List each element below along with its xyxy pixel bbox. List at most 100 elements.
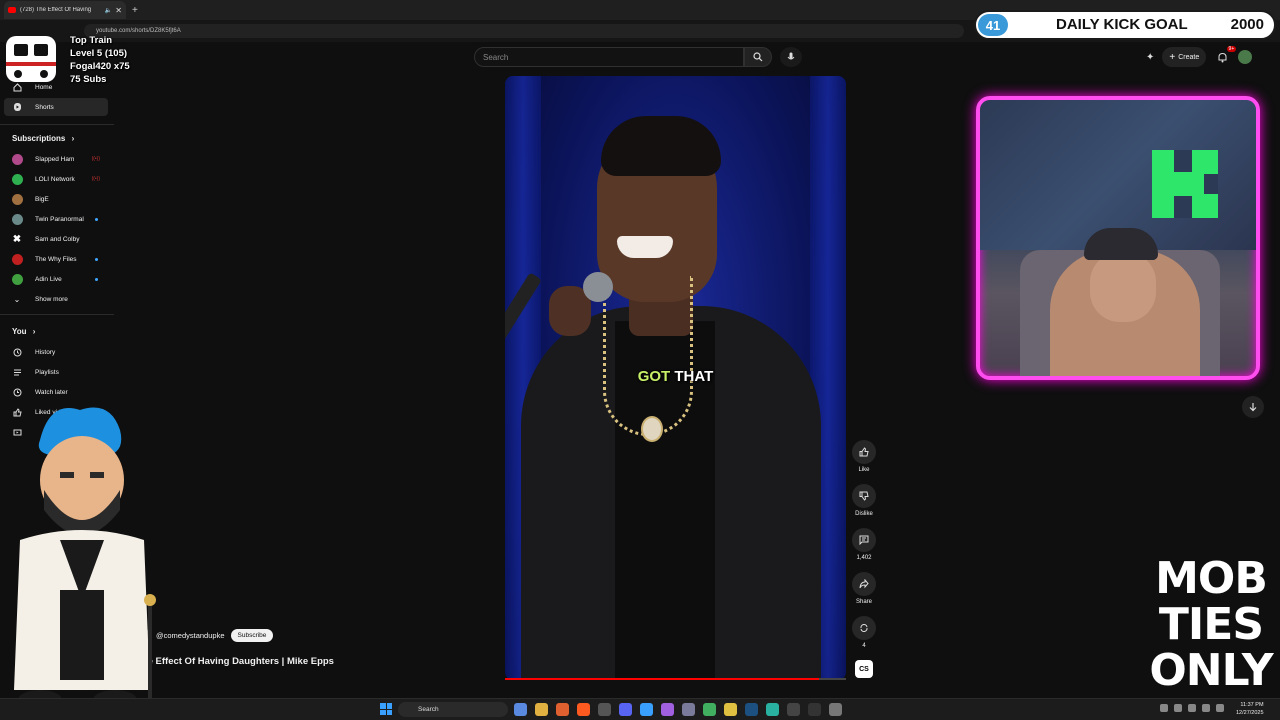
show-more-button[interactable]: ⌄ Show more — [0, 290, 110, 308]
discord-icon[interactable] — [619, 703, 632, 716]
youtube-header: Search ✦ + Create 9+ — [0, 42, 1280, 72]
sidebar-item-label: Sam and Colby — [35, 235, 80, 243]
subscribe-button[interactable]: Subscribe — [230, 628, 274, 642]
notifications-button[interactable]: 9+ — [1214, 46, 1237, 65]
app-icon[interactable] — [661, 703, 674, 716]
account-avatar[interactable] — [1238, 50, 1253, 64]
you-heading[interactable]: You › — [12, 327, 35, 336]
app-icon[interactable] — [787, 703, 800, 716]
mob-ties-only-overlay: MOB TIES ONLY — [1146, 556, 1276, 694]
webcam-frame — [976, 96, 1260, 380]
sidebar-item-label: Twin Paranormal — [35, 215, 84, 223]
sidebar-item-slapped-ham[interactable]: Slapped Ham ((•)) — [0, 150, 110, 168]
train-subs: 75 Subs — [70, 74, 107, 85]
channel-avatar — [11, 253, 23, 265]
playlist-icon — [11, 366, 23, 378]
app-tray-icon[interactable] — [1174, 704, 1182, 712]
sidebar-item-label: Watch later — [35, 388, 68, 396]
share-icon — [859, 579, 869, 589]
train-level: Level 5 (105) — [70, 48, 128, 59]
app-icon[interactable] — [598, 703, 611, 716]
header-actions: ✦ + Create 9+ — [1146, 46, 1253, 67]
streamer-face — [1090, 252, 1156, 322]
sidebar-divider — [0, 124, 114, 125]
new-content-dot — [95, 277, 98, 281]
remix-button[interactable] — [852, 616, 876, 640]
screen: (728) The Effect Of Having 🔈 ✕ + youtube… — [0, 0, 1280, 720]
next-video-button[interactable] — [1242, 396, 1264, 418]
chevron-up-icon[interactable] — [1160, 704, 1168, 712]
sidebar-item-adin-live[interactable]: Adin Live — [0, 270, 110, 288]
dislike-action: Dislike — [850, 484, 878, 517]
kick-goal-target: 2000 — [1230, 16, 1264, 33]
sound-channel-thumbnail[interactable]: CS — [855, 660, 873, 678]
sidebar-item-playlists[interactable]: Playlists — [0, 363, 110, 381]
kick-goal-count: 41 — [978, 14, 1008, 36]
taskbar-search[interactable]: Search — [398, 702, 508, 717]
search-icon — [753, 52, 763, 62]
url-field[interactable]: youtube.com/shorts/DZ8K5fjt6A — [84, 24, 964, 38]
dislike-button[interactable] — [852, 484, 876, 508]
sidebar-item-history[interactable]: History — [0, 343, 110, 361]
sidebar-item-label: Playlists — [35, 368, 59, 376]
settings-icon[interactable] — [829, 703, 842, 716]
train-info: Top Train Level 5 (105) Fogal420 x75 75 … — [70, 34, 130, 86]
brave-icon[interactable] — [577, 703, 590, 716]
close-tab-icon[interactable]: ✕ — [115, 6, 122, 15]
video-progress-fill — [505, 678, 819, 680]
taskbar-apps — [514, 703, 842, 716]
windows-start-icon[interactable] — [380, 703, 392, 715]
volume-icon[interactable] — [1202, 704, 1210, 712]
new-tab-icon[interactable]: + — [132, 5, 138, 16]
chrome-icon[interactable] — [724, 703, 737, 716]
app-icon[interactable] — [682, 703, 695, 716]
wifi-icon[interactable] — [1188, 704, 1196, 712]
firefox-icon[interactable] — [556, 703, 569, 716]
subscriptions-label: Subscriptions — [12, 134, 66, 143]
steam-icon[interactable] — [745, 703, 758, 716]
shorts-video-player[interactable]: GOT THAT — [505, 76, 846, 680]
microphone-icon — [787, 52, 795, 60]
voice-search-button[interactable] — [780, 47, 802, 67]
sidebar-item-twin-paranormal[interactable]: Twin Paranormal — [0, 210, 110, 228]
share-button[interactable] — [852, 572, 876, 596]
mob-line: MOB — [1155, 553, 1268, 604]
sidebar-item-bige[interactable]: BigE — [0, 190, 110, 208]
create-button[interactable]: + Create — [1162, 47, 1207, 67]
sidebar-item-label: LOLI Network — [35, 175, 75, 183]
sidebar-item-watch-later[interactable]: Watch later — [0, 383, 110, 401]
live-indicator-icon: ((•)) — [91, 156, 100, 162]
show-more-label: Show more — [35, 295, 68, 303]
pendant — [641, 416, 663, 442]
chrome-icon[interactable] — [703, 703, 716, 716]
sidebar-item-sam-and-colby[interactable]: ✖ Sam and Colby — [0, 230, 110, 248]
new-content-dot — [95, 257, 98, 261]
search-button[interactable] — [744, 47, 772, 67]
thumb-up-icon — [859, 447, 869, 457]
sidebar-item-shorts[interactable]: Shorts — [4, 98, 108, 116]
battery-icon[interactable] — [1216, 704, 1224, 712]
app-icon[interactable] — [766, 703, 779, 716]
sidebar-item-the-why-files[interactable]: The Why Files — [0, 250, 110, 268]
subscriptions-heading[interactable]: Subscriptions › — [12, 134, 74, 143]
video-progress-bar[interactable] — [505, 678, 846, 680]
system-tray — [1160, 704, 1224, 712]
channel-avatar — [11, 173, 23, 185]
remix-icon — [860, 623, 868, 633]
store-icon[interactable] — [640, 703, 653, 716]
clock-icon — [11, 386, 23, 398]
obs-icon[interactable] — [808, 703, 821, 716]
taskbar-clock[interactable]: 11:37 PM 12/27/2025 — [1236, 701, 1264, 717]
file-explorer-icon[interactable] — [535, 703, 548, 716]
comments-button[interactable] — [852, 528, 876, 552]
like-button[interactable] — [852, 440, 876, 464]
plus-icon: + — [1169, 51, 1176, 63]
copilot-icon[interactable] — [514, 703, 527, 716]
search-input[interactable]: Search — [474, 47, 744, 67]
gemini-icon[interactable]: ✦ — [1146, 52, 1154, 63]
dislike-label: Dislike — [855, 511, 873, 517]
sidebar-item-loli-network[interactable]: LOLI Network ((•)) — [0, 170, 110, 188]
sidebar-item-label: History — [35, 348, 56, 356]
browser-tab[interactable]: (728) The Effect Of Having 🔈 ✕ — [4, 1, 126, 19]
remix-action: 4 — [850, 616, 878, 649]
